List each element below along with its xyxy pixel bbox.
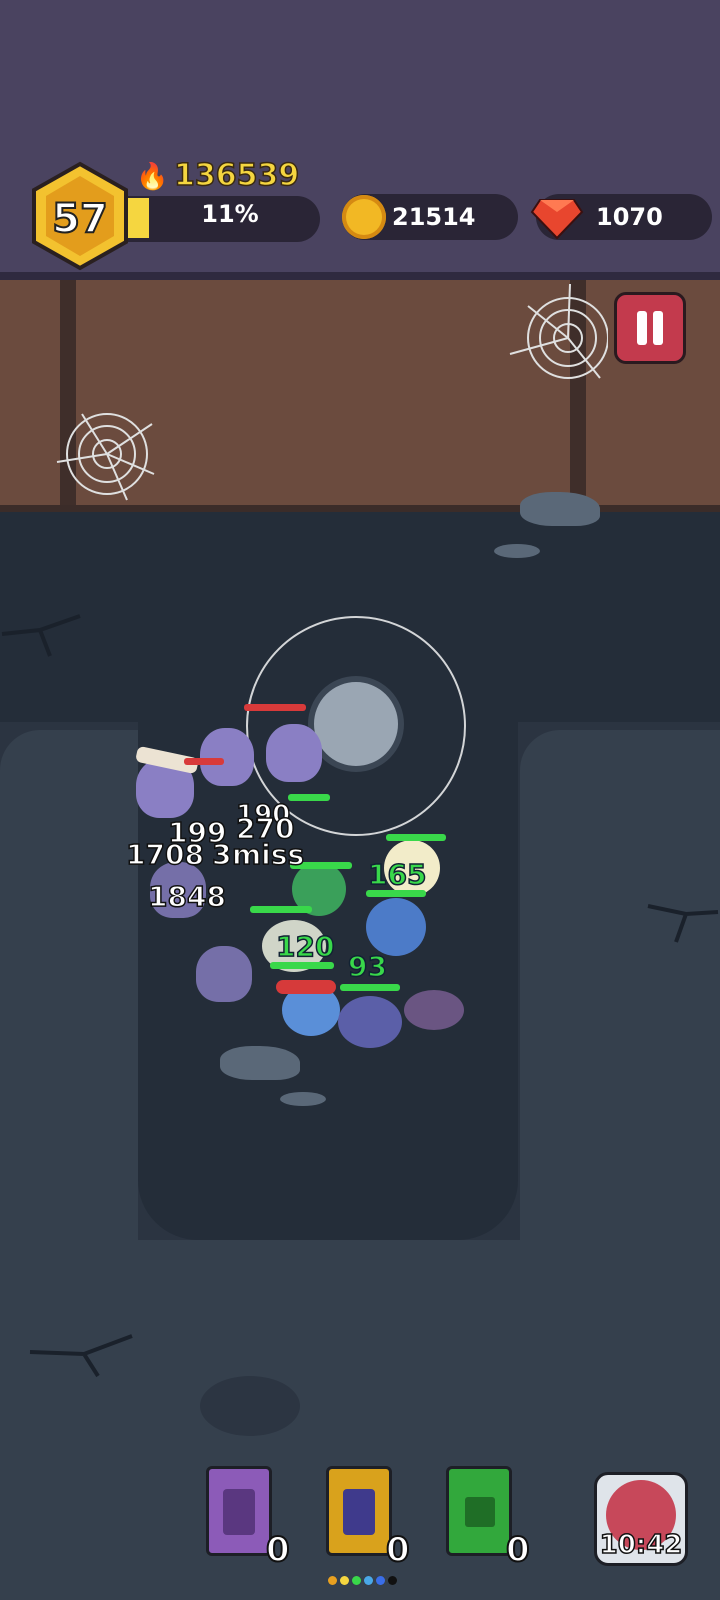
wing-icon <box>343 1489 375 1535</box>
rock <box>280 1092 326 1106</box>
heal-number: 120 <box>275 929 335 964</box>
cobweb-decoration <box>56 413 155 501</box>
gold-value: 21514 <box>392 203 476 231</box>
hero-hp-bar <box>386 834 446 841</box>
enemy-hp-bar <box>244 704 306 711</box>
lightning-icon <box>223 1489 255 1535</box>
timer-label: 10:42 <box>599 1529 683 1561</box>
wing-book-button[interactable] <box>326 1466 392 1556</box>
heal-book-button[interactable] <box>446 1466 512 1556</box>
lightning-book-count: 0 <box>265 1529 291 1571</box>
floor-hole <box>200 1376 300 1436</box>
page-dot <box>364 1576 373 1585</box>
rock <box>520 492 600 526</box>
hero-hp-bar <box>366 890 426 897</box>
skeleton-enemy <box>200 728 254 786</box>
page-dot <box>340 1576 349 1585</box>
hero-hp-bar <box>340 984 400 991</box>
skeleton-enemy <box>196 946 252 1002</box>
plus-cross-icon <box>465 1497 495 1527</box>
damage-number: 3 <box>211 837 232 872</box>
coin-icon <box>342 195 386 239</box>
hero-unit <box>404 990 464 1030</box>
hero-unit <box>338 996 402 1048</box>
floor-crack <box>1 614 81 657</box>
page-dot <box>352 1576 361 1585</box>
damage-number: 1848 <box>147 879 226 914</box>
page-dot <box>388 1576 397 1585</box>
power-value: 136539 <box>173 157 300 194</box>
hero-unit <box>366 898 426 956</box>
rock <box>494 544 540 558</box>
joystick-knob[interactable] <box>308 676 404 772</box>
skeleton-enemy <box>266 724 322 782</box>
pause-button[interactable] <box>614 292 686 364</box>
page-dot <box>328 1576 337 1585</box>
heal-number: 165 <box>367 857 427 892</box>
hero-hp-bar <box>288 794 330 801</box>
page-dot <box>376 1576 385 1585</box>
rock <box>220 1046 300 1080</box>
pause-icon <box>653 311 663 345</box>
enemy-hp-bar <box>184 758 224 765</box>
damage-number: 1708 <box>125 837 204 872</box>
floor-crack <box>647 904 719 943</box>
hud-divider <box>0 272 720 280</box>
floor-crack <box>29 1334 133 1378</box>
player-level: 57 <box>51 195 109 243</box>
xp-percent: 11% <box>201 200 259 228</box>
hero-hp-bar <box>270 962 334 969</box>
red-hat <box>276 980 336 994</box>
hero-hp-bar <box>250 906 312 913</box>
miss-label: miss <box>231 837 305 872</box>
wing-book-count: 0 <box>385 1529 411 1571</box>
cobweb-decoration <box>509 283 608 379</box>
lightning-book-button[interactable] <box>206 1466 272 1556</box>
xp-bar-fill <box>128 198 149 238</box>
gem-value: 1070 <box>596 203 663 231</box>
ruby-gem-icon <box>530 199 584 240</box>
flame-icon: 🔥 <box>136 162 169 192</box>
pause-icon <box>637 311 647 345</box>
heal-number: 93 <box>347 949 387 984</box>
heal-book-count: 0 <box>505 1529 531 1571</box>
